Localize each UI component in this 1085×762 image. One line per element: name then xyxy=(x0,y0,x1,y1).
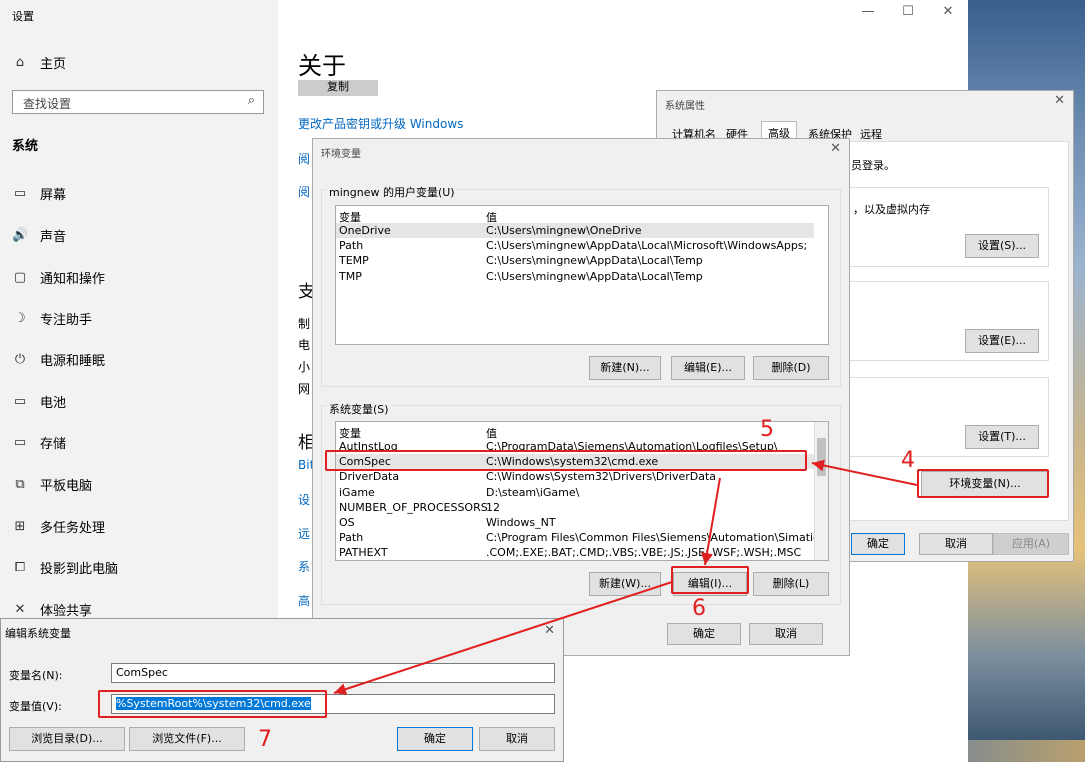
arrow-6-to-7 xyxy=(333,581,673,695)
arrow-5-to-6 xyxy=(701,477,721,566)
arrow-4-to-5 xyxy=(811,459,918,486)
annotation-arrows xyxy=(333,459,918,695)
